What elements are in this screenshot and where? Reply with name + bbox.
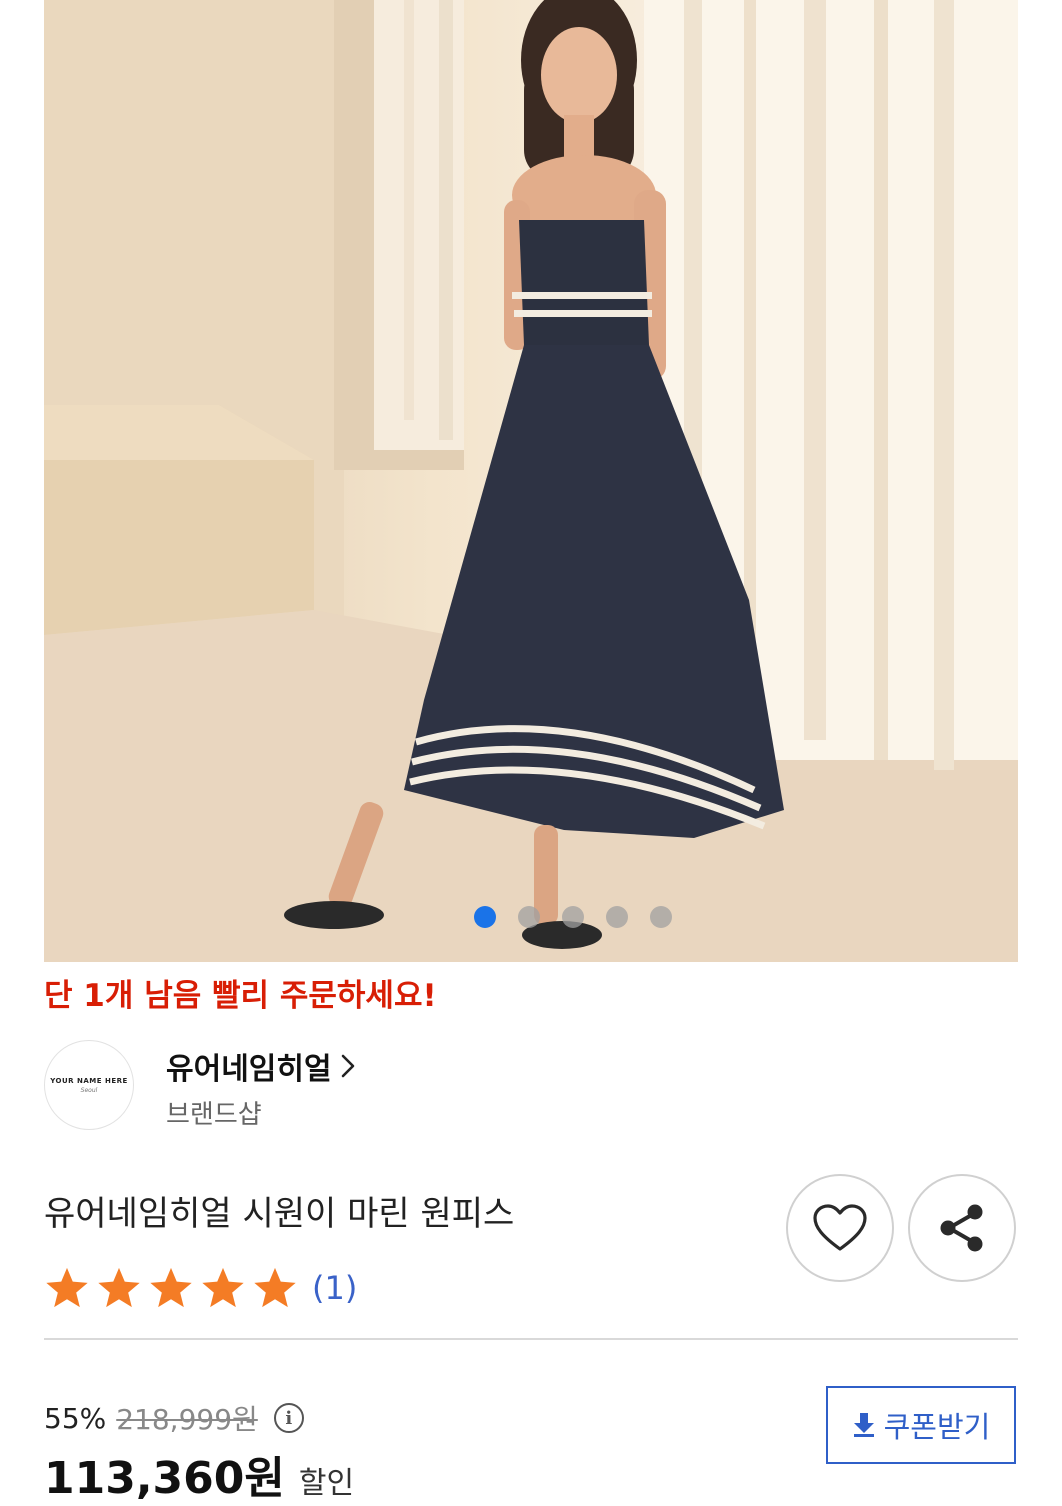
brand-shop-label: 브랜드샵 bbox=[166, 1100, 262, 1130]
pagination-dot[interactable] bbox=[562, 906, 584, 928]
product-image[interactable] bbox=[44, 0, 1018, 962]
star-icon bbox=[254, 1267, 296, 1308]
pagination-dot[interactable] bbox=[606, 906, 628, 928]
review-count-link[interactable]: (1) bbox=[312, 1269, 357, 1307]
coupon-label: 쿠폰받기 bbox=[883, 1410, 991, 1444]
like-button[interactable] bbox=[786, 1174, 894, 1282]
brand-name: 유어네임히얼 bbox=[166, 1052, 332, 1087]
coupon-download-button[interactable]: 쿠폰받기 bbox=[826, 1386, 1016, 1464]
star-icon bbox=[202, 1267, 244, 1308]
brand-logo-text: YOUR NAME HERE bbox=[50, 1076, 128, 1085]
brand-name-link[interactable]: 유어네임히얼 bbox=[166, 1044, 356, 1088]
chevron-right-icon bbox=[341, 1054, 354, 1078]
star-icon bbox=[150, 1267, 192, 1308]
discount-rate: 55% bbox=[44, 1401, 107, 1435]
pagination-dot[interactable] bbox=[650, 906, 672, 928]
brand-logo-script: Seoul bbox=[80, 1086, 98, 1094]
product-title: 유어네임히얼 시원이 마린 원피스 bbox=[44, 1194, 515, 1234]
gallery-pagination bbox=[474, 906, 672, 928]
product-photo-illustration bbox=[44, 0, 1018, 962]
discount-info: 55% 218,999원 i bbox=[44, 1398, 304, 1438]
sale-price-row: 113,360원 할인 bbox=[44, 1442, 354, 1506]
info-icon[interactable]: i bbox=[273, 1403, 304, 1433]
divider bbox=[44, 1338, 1018, 1340]
sale-label: 할인 bbox=[298, 1466, 355, 1501]
pagination-dot-active[interactable] bbox=[474, 906, 496, 928]
pagination-dot[interactable] bbox=[518, 906, 540, 928]
original-price: 218,999원 bbox=[116, 1403, 258, 1436]
brand-logo[interactable]: YOUR NAME HERE Seoul bbox=[44, 1040, 134, 1130]
star-icon bbox=[46, 1267, 88, 1308]
star-icon bbox=[98, 1267, 140, 1308]
share-button[interactable] bbox=[908, 1174, 1016, 1282]
heart-outline-icon bbox=[813, 1204, 867, 1251]
sale-price: 113,360원 bbox=[44, 1453, 285, 1504]
rating[interactable]: (1) bbox=[44, 1266, 357, 1310]
stock-warning: 단 1개 남음 빨리 주문하세요! bbox=[44, 978, 437, 1014]
download-icon bbox=[853, 1413, 874, 1437]
share-icon bbox=[940, 1204, 983, 1252]
